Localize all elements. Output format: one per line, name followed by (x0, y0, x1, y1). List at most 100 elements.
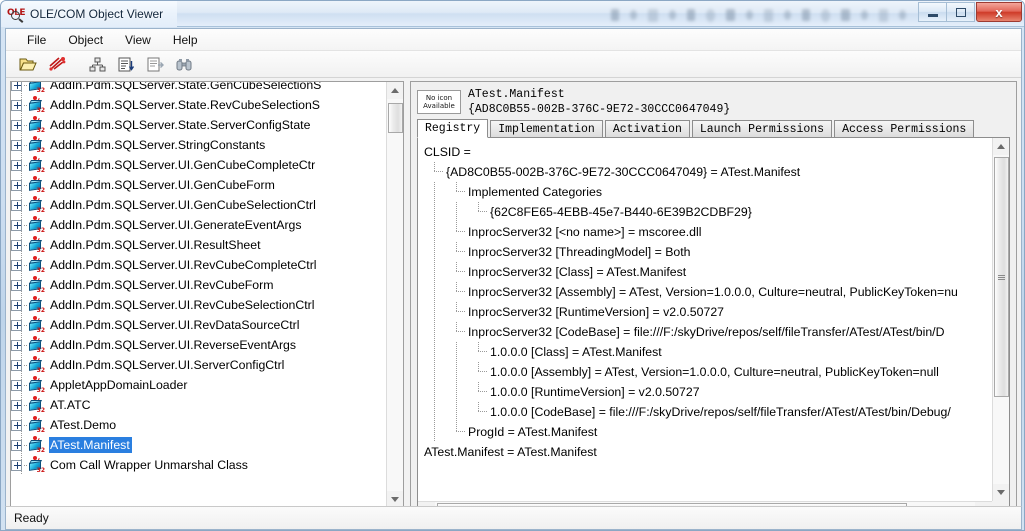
registry-row[interactable]: InprocServer32 [Assembly] = ATest, Versi… (424, 282, 992, 302)
tree-vertical-scrollbar[interactable] (386, 82, 403, 508)
tree-expander-plus-icon[interactable] (11, 139, 22, 151)
tree-item[interactable]: 32 AddIn.Pdm.SQLServer.UI.RevCubeForm (11, 275, 386, 295)
tree-item[interactable]: 32 AddIn.Pdm.SQLServer.UI.GenCubeSelectio… (11, 195, 386, 215)
tree-expander-plus-icon[interactable] (11, 339, 22, 351)
tree-item[interactable]: 32 AddIn.Pdm.SQLServer.UI.GenCubeForm (11, 175, 386, 195)
tree-expander-plus-icon[interactable] (11, 419, 22, 431)
detail-header: No icon Available ATest.Manifest {AD8C0B… (411, 82, 1016, 118)
registry-row[interactable]: InprocServer32 [CodeBase] = file:///F:/s… (424, 322, 992, 342)
tree-item[interactable]: 32 Com Call Wrapper Unmarshal Class (11, 455, 386, 475)
tree-expander-plus-icon[interactable] (11, 82, 22, 91)
open-folder-icon (19, 58, 37, 70)
tree-item[interactable]: 32 AddIn.Pdm.SQLServer.UI.GenCubeComplete… (11, 155, 386, 175)
menu-help[interactable]: Help (162, 31, 209, 49)
menu-file[interactable]: File (16, 31, 57, 49)
com-class-icon: 32 (28, 415, 45, 434)
open-folder-button[interactable] (16, 53, 41, 76)
tree-vscroll-thumb[interactable] (387, 103, 403, 133)
tree-vscroll-track[interactable] (386, 99, 403, 491)
registry-row[interactable]: {62C8FE65-4EBB-45e7-B440-6E39B2CDBF29} (424, 202, 992, 222)
registry-row[interactable]: ATest.Manifest = ATest.Manifest (424, 442, 992, 462)
tree-item[interactable]: 32 AddIn.Pdm.SQLServer.StringConstants (11, 135, 386, 155)
registry-connector (478, 382, 487, 392)
tree-expander-plus-icon[interactable] (11, 359, 22, 371)
document-properties-button[interactable] (143, 53, 168, 76)
tree-item[interactable]: 32 AddIn.Pdm.SQLServer.UI.ResultSheet (11, 235, 386, 255)
tree-expander-plus-icon[interactable] (11, 279, 22, 291)
client-area: File Object View Help 32 AddIn.Pdm.SQLSe… (5, 28, 1022, 528)
tree-scroll-up-button[interactable] (386, 82, 403, 99)
com-class-icon: 32 (28, 215, 45, 234)
tree-item[interactable]: 32 AddIn.Pdm.SQLServer.State.RevCubeSelec… (11, 95, 386, 115)
menu-object[interactable]: Object (57, 31, 114, 49)
tree-expander-plus-icon[interactable] (11, 379, 22, 391)
detail-titles: ATest.Manifest {AD8C0B55-002B-376C-9E72-… (468, 87, 730, 117)
object-tree[interactable]: 32 AddIn.Pdm.SQLServer.State.GenCubeSelec… (11, 82, 386, 508)
tree-expander-plus-icon[interactable] (11, 239, 22, 251)
registry-row-text: 1.0.0.0 [CodeBase] = file:///F:/skyDrive… (490, 404, 951, 419)
close-button[interactable]: x (976, 2, 1022, 22)
registry-tree[interactable]: CLSID = {AD8C0B55-002B-376C-9E72-30CCC064… (418, 138, 992, 501)
menu-view[interactable]: View (114, 31, 162, 49)
tree-item[interactable]: 32 AT.ATC (11, 395, 386, 415)
registry-row[interactable]: {AD8C0B55-002B-376C-9E72-30CCC0647049} =… (424, 162, 992, 182)
tree-expander-plus-icon[interactable] (11, 219, 22, 231)
tree-expander-plus-icon[interactable] (11, 459, 22, 471)
tree-item[interactable]: 32 AddIn.Pdm.SQLServer.State.ServerConfig… (11, 115, 386, 135)
tree-expander-plus-icon[interactable] (11, 179, 22, 191)
registry-vscroll-track[interactable] (992, 155, 1009, 484)
tree-expander-plus-icon[interactable] (11, 319, 22, 331)
registry-vscroll-thumb[interactable] (993, 157, 1009, 397)
com-class-icon: 32 (28, 82, 45, 94)
tree-expander-plus-icon[interactable] (11, 439, 22, 451)
registry-scroll-down-button[interactable] (992, 484, 1009, 501)
tree-item[interactable]: 32 AddIn.Pdm.SQLServer.UI.RevDataSourceCt… (11, 315, 386, 335)
registry-row[interactable]: InprocServer32 [RuntimeVersion] = v2.0.5… (424, 302, 992, 322)
tab-access-permissions[interactable]: Access Permissions (834, 120, 975, 137)
tree-expander-plus-icon[interactable] (11, 119, 22, 131)
tree-expander-plus-icon[interactable] (11, 299, 22, 311)
tree-item-label: ATest.Demo (50, 418, 117, 432)
tree-item[interactable]: 32 AppletAppDomainLoader (11, 375, 386, 395)
com-class-icon: 32 (28, 155, 45, 174)
tree-expander-plus-icon[interactable] (11, 199, 22, 211)
tab-launch-permissions[interactable]: Launch Permissions (691, 120, 833, 137)
registry-row[interactable]: InprocServer32 [ThreadingModel] = Both (424, 242, 992, 262)
no-icon-line-1: No icon (425, 93, 453, 102)
tree-expander-plus-icon[interactable] (11, 259, 22, 271)
registry-row[interactable]: InprocServer32 [Class] = ATest.Manifest (424, 262, 992, 282)
com-class-icon: 32 (28, 235, 45, 254)
registry-scroll-up-button[interactable] (992, 138, 1009, 155)
registry-row[interactable]: 1.0.0.0 [Class] = ATest.Manifest (424, 342, 992, 362)
tree-expander-plus-icon[interactable] (11, 399, 22, 411)
registry-row-text: InprocServer32 [CodeBase] = file:///F:/s… (468, 324, 945, 339)
tree-item[interactable]: 32 ATest.Manifest (11, 435, 386, 455)
hierarchy-button[interactable] (85, 53, 110, 76)
registry-row[interactable]: 1.0.0.0 [CodeBase] = file:///F:/skyDrive… (424, 402, 992, 422)
registry-vertical-scrollbar[interactable] (992, 138, 1009, 501)
chevron-up-icon (997, 144, 1005, 149)
tree-item[interactable]: 32 AddIn.Pdm.SQLServer.UI.RevCubeComplete… (11, 255, 386, 275)
tree-item[interactable]: 32 AddIn.Pdm.SQLServer.UI.RevCubeSelectio… (11, 295, 386, 315)
binoculars-button[interactable] (172, 53, 197, 76)
registry-row[interactable]: CLSID = (424, 142, 992, 162)
tab-implementation[interactable]: Implementation (490, 120, 603, 137)
registry-row[interactable]: 1.0.0.0 [RuntimeVersion] = v2.0.50727 (424, 382, 992, 402)
tab-activation[interactable]: Activation (604, 120, 690, 137)
tab-registry[interactable]: Registry (417, 119, 489, 138)
sparkle-button[interactable] (45, 53, 70, 76)
registry-row[interactable]: InprocServer32 [<no name>] = mscoree.dll (424, 222, 992, 242)
list-sort-button[interactable] (114, 53, 139, 76)
tree-expander-plus-icon[interactable] (11, 99, 22, 111)
registry-row[interactable]: Implemented Categories (424, 182, 992, 202)
tree-item[interactable]: 32 AddIn.Pdm.SQLServer.State.GenCubeSelec… (11, 82, 386, 95)
registry-row[interactable]: 1.0.0.0 [Assembly] = ATest, Version=1.0.… (424, 362, 992, 382)
registry-row[interactable]: ProgId = ATest.Manifest (424, 422, 992, 442)
tree-expander-plus-icon[interactable] (11, 159, 22, 171)
tree-item[interactable]: 32 ATest.Demo (11, 415, 386, 435)
tree-item[interactable]: 32 AddIn.Pdm.SQLServer.UI.ReverseEventArg… (11, 335, 386, 355)
maximize-button[interactable] (946, 2, 975, 22)
tree-item[interactable]: 32 AddIn.Pdm.SQLServer.UI.ServerConfigCtr… (11, 355, 386, 375)
minimize-button[interactable] (918, 2, 947, 22)
tree-item[interactable]: 32 AddIn.Pdm.SQLServer.UI.GenerateEventAr… (11, 215, 386, 235)
